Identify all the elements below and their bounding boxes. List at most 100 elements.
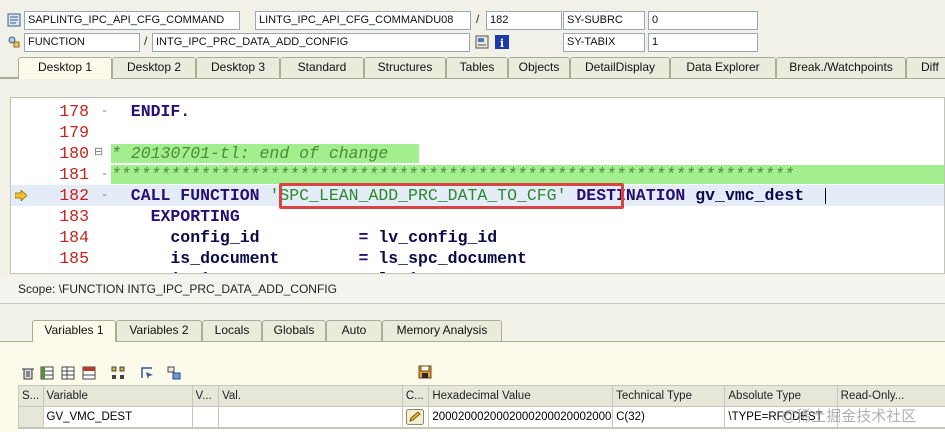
- line-number: 185: [59, 249, 89, 268]
- function-name-field[interactable]: INTG_IPC_PRC_DATA_ADD_CONFIG: [152, 33, 470, 52]
- code-text: EXPORTING: [111, 207, 240, 226]
- cell-variable[interactable]: GV_VMC_DEST: [42, 406, 193, 428]
- code-line: 181 - **********************************…: [11, 164, 944, 185]
- keyword-call-function: CALL FUNCTION: [111, 186, 270, 205]
- tab-desktop-1[interactable]: Desktop 1: [18, 57, 112, 79]
- svg-text:i: i: [500, 37, 504, 49]
- cell-change[interactable]: [401, 406, 430, 428]
- tab-data-explorer[interactable]: Data Explorer: [670, 57, 776, 78]
- tab-break-watchpoints[interactable]: Break./Watchpoints: [776, 57, 906, 78]
- code-line: 184 config_id = lv_config_id: [11, 227, 944, 248]
- col-header-variable[interactable]: Variable: [42, 385, 193, 407]
- current-statement-arrow-icon: [15, 190, 27, 201]
- gutter-marker: -: [101, 188, 109, 202]
- delete-icon[interactable]: [21, 366, 35, 380]
- save-icon[interactable]: [418, 365, 432, 379]
- text-cursor: [825, 188, 826, 204]
- code-line: 178 - ENDIF.: [11, 101, 944, 122]
- insert-row-icon[interactable]: [40, 366, 54, 380]
- col-header-hex[interactable]: Hexadecimal Value: [428, 385, 614, 407]
- tab-structures[interactable]: Structures: [364, 57, 446, 78]
- param-name: is_it: [111, 270, 359, 273]
- include-field[interactable]: LINTG_IPC_API_CFG_COMMANDU08: [255, 11, 471, 30]
- cell-status: [18, 406, 44, 428]
- code-line: 179: [11, 122, 944, 143]
- code-line: 185 is_document = ls_spc_document: [11, 248, 944, 269]
- program-icon: [7, 13, 21, 27]
- tab-variables-2[interactable]: Variables 2: [116, 320, 202, 341]
- desktop-tabstrip: Desktop 1 Desktop 2 Desktop 3 Standard S…: [0, 57, 945, 79]
- assign-operator: =: [359, 270, 379, 273]
- code-editor[interactable]: 178 - ENDIF. 179 180 ⊟ * 20130701-tl: en…: [10, 97, 945, 274]
- param-name: is_document: [111, 249, 359, 268]
- code-text: is_document = ls_spc_document: [111, 248, 526, 269]
- tab-globals[interactable]: Globals: [262, 320, 326, 341]
- col-header-status[interactable]: S...: [18, 385, 44, 407]
- table-icon[interactable]: [61, 366, 75, 380]
- type-field[interactable]: FUNCTION: [24, 33, 140, 52]
- tab-locals[interactable]: Locals: [202, 320, 262, 341]
- watermark: @稀土掘金技术社区: [781, 408, 917, 425]
- tab-memory-analysis[interactable]: Memory Analysis: [382, 320, 502, 341]
- col-header-technical-type[interactable]: Technical Type: [612, 385, 726, 407]
- collapse-icon[interactable]: ⊟: [94, 143, 103, 164]
- col-header-read-only[interactable]: Read-Only...: [836, 385, 945, 407]
- gutter-marker: -: [101, 104, 109, 118]
- assign-operator: =: [358, 249, 379, 268]
- code-comment: * 20130701-tl: end of change: [111, 144, 389, 163]
- line-separator: /: [476, 12, 480, 26]
- scope-text: Scope: \FUNCTION INTG_IPC_PRC_DATA_ADD_C…: [18, 282, 337, 296]
- tab-desktop-2[interactable]: Desktop 2: [112, 57, 196, 78]
- code-comment: ****************************************…: [111, 165, 795, 184]
- cell-value[interactable]: [218, 406, 403, 428]
- function-icon: [8, 36, 20, 48]
- name-separator: /: [144, 34, 148, 48]
- gutter-marker: -: [101, 167, 109, 181]
- info-icon[interactable]: i: [495, 35, 509, 49]
- tab-diff[interactable]: Diff: [906, 57, 945, 78]
- tab-variables-1[interactable]: Variables 1: [32, 320, 116, 342]
- destination-variable[interactable]: gv_vmc_dest: [695, 186, 804, 205]
- tab-auto[interactable]: Auto: [326, 320, 382, 341]
- col-header-v[interactable]: V...: [191, 385, 220, 407]
- line-number-field[interactable]: 182: [486, 11, 562, 30]
- code-line: 186 is_it = ls_it: [11, 269, 944, 273]
- line-number: 180: [59, 144, 89, 163]
- line-number: 184: [59, 228, 89, 247]
- program-field[interactable]: SAPLINTG_IPC_API_CFG_COMMAND: [24, 11, 240, 30]
- variables-tabstrip: Variables 1 Variables 2 Locals Globals A…: [0, 320, 945, 342]
- sy-tabix-value[interactable]: 1: [648, 33, 758, 52]
- tab-objects[interactable]: Objects: [508, 57, 570, 78]
- code-line: 183 EXPORTING: [11, 206, 944, 227]
- code-line: 180 ⊟ * 20130701-tl: end of change: [11, 143, 944, 164]
- col-header-value[interactable]: Val.: [218, 385, 403, 407]
- tab-tables[interactable]: Tables: [446, 57, 508, 78]
- current-code-line: 182 - CALL FUNCTION 'SPC_LEAN_ADD_PRC_DA…: [11, 183, 944, 209]
- cell-v: [191, 406, 220, 428]
- structure-icon[interactable]: [167, 366, 181, 380]
- tabstrip-divider: [0, 78, 945, 79]
- cell-technical-type: C(32): [612, 406, 726, 428]
- sy-subrc-label: SY-SUBRC: [563, 11, 645, 30]
- line-number: 186: [39, 269, 89, 273]
- line-number: 181: [59, 165, 89, 184]
- display-code-icon[interactable]: [475, 35, 489, 49]
- table-header-row: S... Variable V... Val. C... Hexadecimal…: [18, 385, 945, 407]
- table-next-row: [18, 428, 945, 432]
- hierarchy-icon[interactable]: [111, 366, 125, 380]
- code-text: is_it = ls_it: [111, 269, 427, 273]
- tab-detaildisplay[interactable]: DetailDisplay: [570, 57, 670, 78]
- line-number: 182: [59, 186, 89, 205]
- navigate-icon[interactable]: [140, 366, 154, 380]
- line-number: 183: [59, 207, 89, 226]
- pencil-edit-icon[interactable]: [405, 409, 424, 425]
- col-header-absolute-type[interactable]: Absolute Type: [724, 385, 838, 407]
- tab-desktop-3[interactable]: Desktop 3: [196, 57, 280, 78]
- save-layout-icon[interactable]: [82, 366, 96, 380]
- col-header-change[interactable]: C...: [401, 385, 430, 407]
- line-number: 179: [59, 123, 89, 142]
- sy-tabix-label: SY-TABIX: [563, 33, 645, 52]
- sy-subrc-value[interactable]: 0: [648, 11, 758, 30]
- tab-standard[interactable]: Standard: [280, 57, 364, 78]
- code-text: config_id = lv_config_id: [111, 227, 497, 248]
